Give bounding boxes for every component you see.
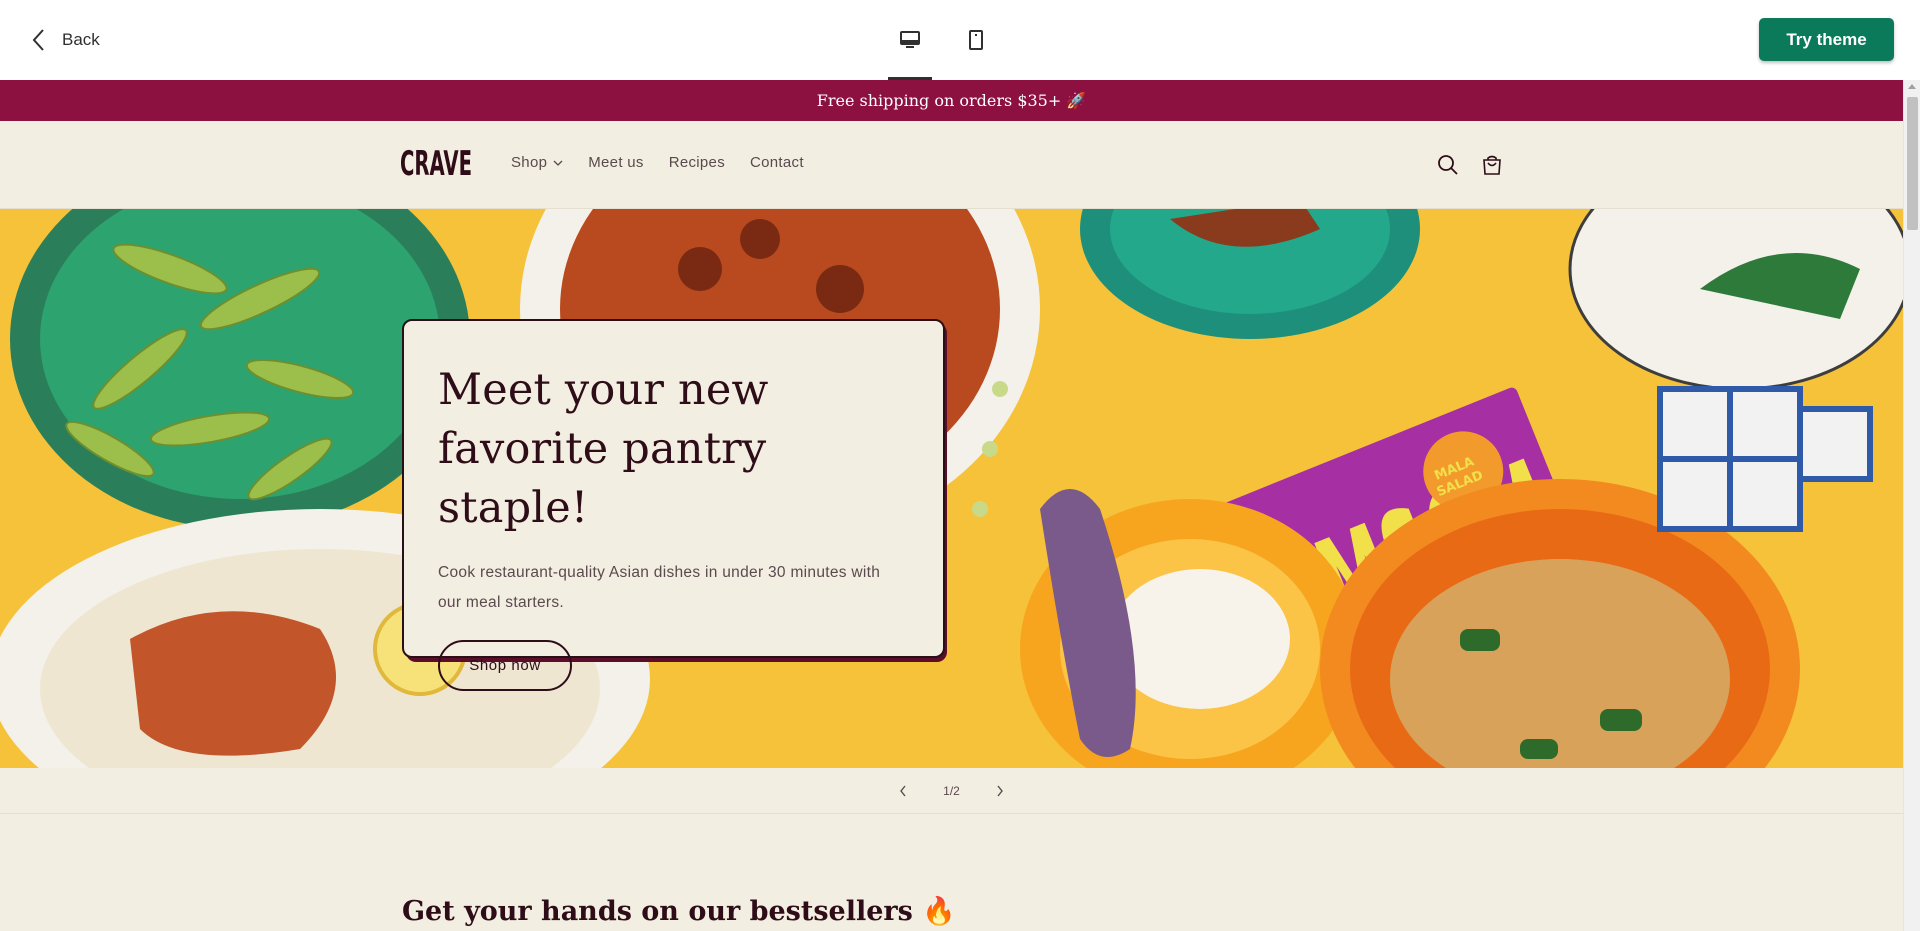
chevron-down-icon (553, 160, 563, 166)
mobile-icon (969, 30, 983, 50)
back-label: Back (62, 30, 100, 49)
desktop-view-button[interactable] (888, 0, 932, 80)
svg-text:CRAVE: CRAVE (400, 145, 472, 179)
main-nav: Shop Meet us Recipes Contact (511, 154, 804, 171)
scrollbar[interactable] (1903, 80, 1920, 931)
hero-banner: OMSOM MALA SALAD (0, 209, 1903, 768)
hero-title: Meet your new favorite pantry staple! (438, 361, 909, 538)
store-preview: Free shipping on orders $35+ 🚀 CRAVE Sho… (0, 80, 1903, 931)
nav-item-contact[interactable]: Contact (750, 154, 804, 171)
crave-logo[interactable]: CRAVE (400, 145, 472, 179)
chevron-left-icon (900, 785, 906, 796)
shop-now-button[interactable]: Shop now (438, 640, 572, 691)
scroll-thumb[interactable] (1907, 97, 1918, 230)
announcement-bar: Free shipping on orders $35+ 🚀 (0, 80, 1903, 121)
back-button[interactable]: Back (30, 26, 100, 54)
mobile-view-button[interactable] (954, 0, 998, 80)
hero-title-line-2: favorite pantry staple! (438, 424, 767, 533)
search-icon[interactable] (1435, 152, 1461, 178)
hero-title-line-1: Meet your new (438, 365, 769, 415)
section-title: Get your hands on our bestsellers 🔥 (402, 896, 956, 927)
hero-subtitle: Cook restaurant-quality Asian dishes in … (438, 564, 881, 611)
desktop-icon (900, 31, 920, 48)
nav-item-meet-us[interactable]: Meet us (588, 154, 643, 171)
slider-next-button[interactable] (990, 781, 1010, 801)
scroll-up-arrow[interactable] (1908, 84, 1916, 89)
chevron-left-icon (32, 29, 44, 51)
slide-counter: 1/2 (943, 783, 960, 798)
try-theme-button[interactable]: Try theme (1759, 18, 1894, 61)
preview-topbar: Back Try theme (0, 0, 1920, 80)
cart-icon[interactable] (1479, 152, 1505, 178)
slider-prev-button[interactable] (893, 781, 913, 801)
slider-controls: 1/2 (0, 768, 1903, 814)
bestsellers-section: Get your hands on our bestsellers 🔥 (0, 814, 1903, 930)
hero-food-image: OMSOM MALA SALAD (0, 209, 1903, 768)
nav-item-shop[interactable]: Shop (511, 154, 563, 171)
chevron-right-icon (997, 785, 1003, 796)
store-header: CRAVE Shop Meet us Recipes Contact (0, 121, 1903, 209)
nav-item-recipes[interactable]: Recipes (669, 154, 725, 171)
hero-card: Meet your new favorite pantry staple! Co… (402, 319, 945, 691)
device-toggle (888, 0, 1020, 80)
